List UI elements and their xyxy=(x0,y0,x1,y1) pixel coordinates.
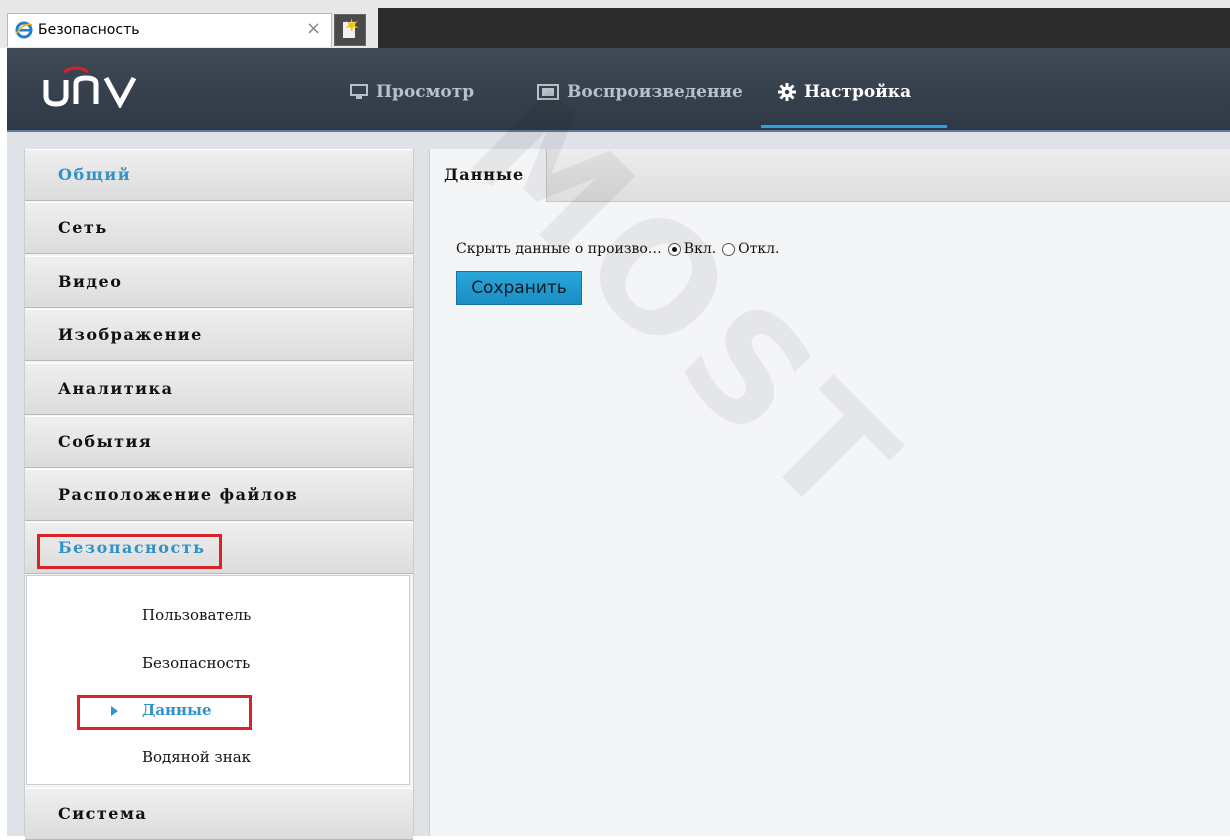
nav-preview-label: Просмотр xyxy=(376,82,475,102)
tab-data-label: Данные xyxy=(444,165,525,184)
data-highlight-box xyxy=(77,695,252,730)
sidebar-item-label: Видео xyxy=(58,272,123,291)
tab-bar-background xyxy=(378,8,1230,48)
save-button[interactable]: Сохранить xyxy=(456,271,582,305)
hide-data-row: Скрыть данные о произво… Вкл. Откл. xyxy=(456,241,780,257)
nav-settings-label: Настройка xyxy=(804,82,912,102)
nav-preview[interactable]: Просмотр xyxy=(350,82,474,102)
close-tab-icon[interactable]: × xyxy=(306,18,321,39)
sidebar-item-label: Аналитика xyxy=(58,379,174,398)
monitor-icon xyxy=(350,84,368,99)
tab-data[interactable]: Данные xyxy=(430,149,547,202)
nav-playback[interactable]: Воспроизведение xyxy=(537,82,743,102)
sidebar-item-storage[interactable]: Расположение файлов xyxy=(25,469,413,521)
radio-on-label: Вкл. xyxy=(683,241,717,257)
sidebar-item-events[interactable]: События xyxy=(25,416,413,468)
submenu-item-watermark[interactable]: Водяной знак xyxy=(142,748,251,766)
sidebar-item-label: События xyxy=(58,432,153,451)
page-tabstrip: Данные xyxy=(430,149,1230,202)
sidebar-item-label: Изображение xyxy=(58,325,203,344)
active-nav-indicator xyxy=(761,125,947,128)
sidebar-item-network[interactable]: Сеть xyxy=(25,202,413,254)
sidebar-item-video[interactable]: Видео xyxy=(25,256,413,308)
sidebar-item-label: Сеть xyxy=(58,218,108,237)
browser-tab-bar: Безопасность × xyxy=(0,0,1230,48)
app-header: Просмотр Воспроизведение Настройка xyxy=(7,48,1230,132)
submenu-item-security[interactable]: Безопасность xyxy=(142,654,250,672)
settings-sidebar: Общий Сеть Видео Изображение Аналитика С… xyxy=(24,149,414,840)
hide-data-label: Скрыть данные о произво… xyxy=(456,241,662,257)
nav-settings[interactable]: Настройка xyxy=(778,82,911,102)
gear-icon xyxy=(778,83,796,101)
browser-tab-title: Безопасность xyxy=(38,22,140,38)
sidebar-item-image[interactable]: Изображение xyxy=(25,309,413,361)
radio-off[interactable] xyxy=(722,242,736,256)
new-tab-icon xyxy=(343,18,359,38)
sidebar-item-label: Система xyxy=(58,804,148,823)
sidebar-item-label: Общий xyxy=(58,165,132,184)
unv-logo xyxy=(43,66,137,108)
sidebar-item-system[interactable]: Система xyxy=(25,788,413,840)
radio-on[interactable] xyxy=(667,242,681,256)
submenu-item-user[interactable]: Пользователь xyxy=(142,606,251,624)
security-submenu: Пользователь Безопасность Данные Водяной… xyxy=(26,575,410,785)
radio-off-label: Откл. xyxy=(738,241,780,257)
sidebar-item-analytics[interactable]: Аналитика xyxy=(25,363,413,415)
content-area: Общий Сеть Видео Изображение Аналитика С… xyxy=(7,132,1230,840)
internet-explorer-icon xyxy=(15,21,33,39)
security-highlight-box xyxy=(37,534,222,569)
sidebar-item-label: Расположение файлов xyxy=(58,485,299,504)
main-panel: Данные Скрыть данные о произво… Вкл. Отк… xyxy=(429,149,1230,836)
film-icon xyxy=(537,84,559,100)
browser-tab[interactable]: Безопасность × xyxy=(7,13,332,47)
nav-playback-label: Воспроизведение xyxy=(567,82,743,102)
new-tab-button[interactable] xyxy=(334,14,366,46)
sidebar-item-general[interactable]: Общий xyxy=(25,149,413,201)
